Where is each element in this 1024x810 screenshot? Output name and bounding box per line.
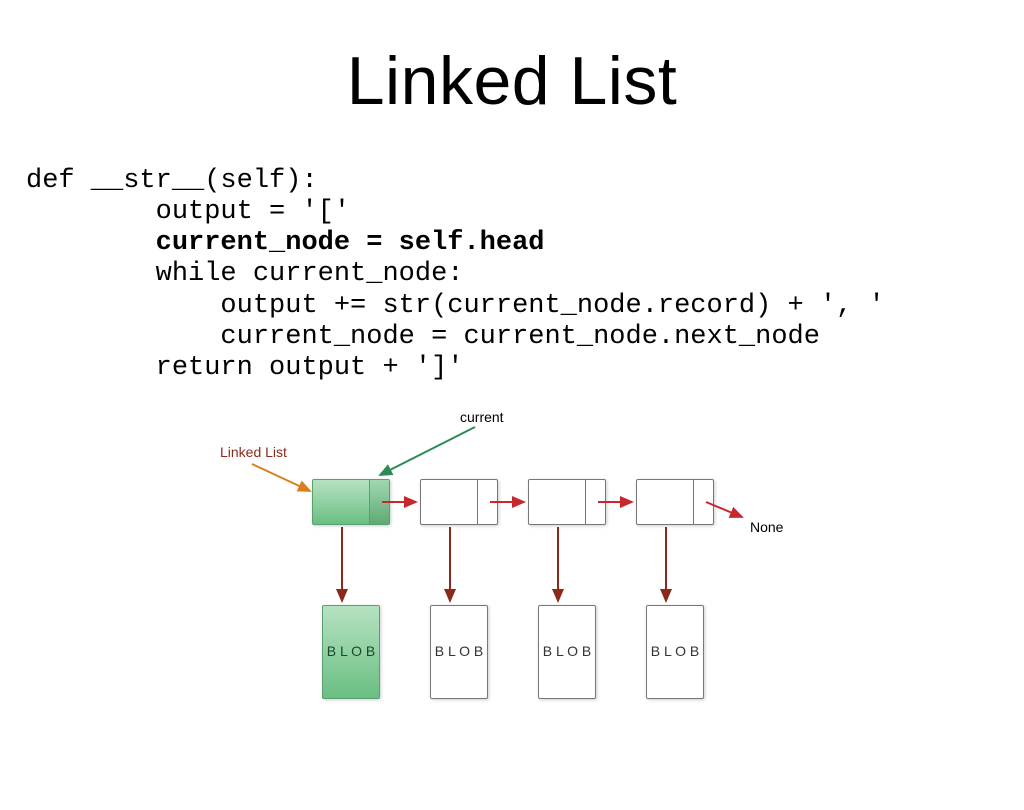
none-label: None [750,519,783,535]
linked-list-label: Linked List [220,444,287,460]
blob-3: B L O B [538,605,596,699]
node-2-ptr [477,480,497,524]
code-line-4: while current_node: [26,259,463,289]
blob-4: B L O B [646,605,704,699]
code-line-5: output += str(current_node.record) + ', … [26,291,885,321]
code-block: def __str__(self): output = '[' current_… [26,166,1024,385]
code-line-3: current_node = self.head [26,228,544,258]
current-label: current [460,409,504,425]
node-3 [528,479,606,525]
code-line-7: return output + ']' [26,353,463,383]
node-2 [420,479,498,525]
linked-list-diagram: Linked List current None B L O B B L O B… [202,409,822,729]
blob-2: B L O B [430,605,488,699]
slide-title: Linked List [0,42,1024,120]
blob-1: B L O B [322,605,380,699]
code-line-1: def __str__(self): [26,166,318,196]
node-1 [312,479,390,525]
node-4-ptr [693,480,713,524]
node-3-ptr [585,480,605,524]
arrows-svg [202,409,822,729]
node-4 [636,479,714,525]
code-line-2: output = '[' [26,197,350,227]
code-line-6: current_node = current_node.next_node [26,322,820,352]
node-1-ptr [369,480,389,524]
